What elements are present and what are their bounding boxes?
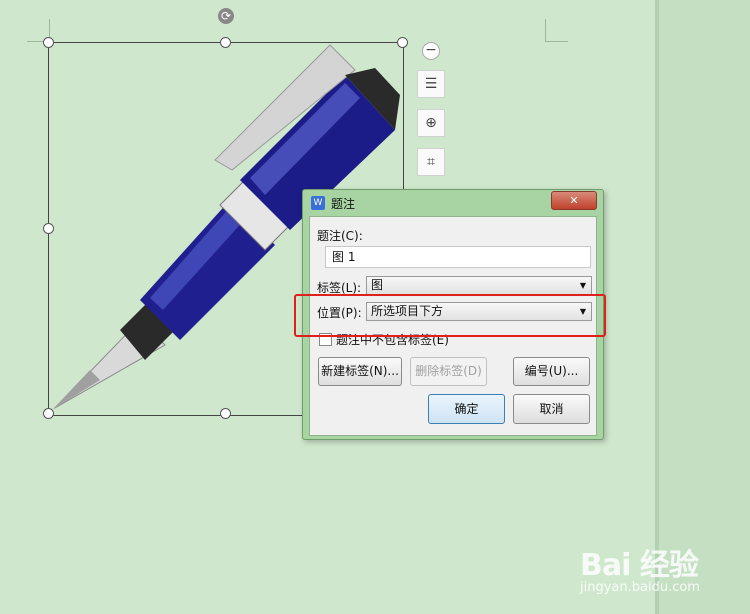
dialog-titlebar[interactable]: W 题注 ✕	[303, 190, 603, 216]
resize-handle-bottom[interactable]	[220, 408, 231, 419]
resize-handle-top-left[interactable]	[43, 37, 54, 48]
ok-button[interactable]: 确定	[428, 394, 505, 424]
new-label-button[interactable]: 新建标签(N)...	[318, 357, 402, 386]
annotation-highlight-box	[294, 294, 606, 337]
dialog-title: 题注	[331, 197, 356, 211]
wps-app-icon: W	[311, 196, 325, 210]
label-select-value: 图	[371, 278, 384, 292]
rotate-icon[interactable]: ⟳	[218, 8, 234, 24]
resize-handle-left[interactable]	[43, 223, 54, 234]
minus-circle-icon[interactable]: −	[422, 42, 440, 60]
zoom-in-icon[interactable]: ⊕	[417, 109, 445, 137]
resize-handle-bottom-left[interactable]	[43, 408, 54, 419]
watermark-logo: Bai 经验	[580, 548, 699, 583]
watermark-site: jingyan.baidu.com	[580, 580, 700, 595]
text-wrap-icon[interactable]: ☰	[417, 70, 445, 98]
caption-input[interactable]: 图 1	[325, 246, 591, 268]
label-select[interactable]: 图 ▼	[366, 276, 592, 295]
baidu-jingyan-watermark: Bai 经验 jingyan.baidu.com	[580, 540, 700, 595]
resize-handle-top[interactable]	[220, 37, 231, 48]
numbering-button[interactable]: 编号(U)...	[513, 357, 590, 386]
crop-icon[interactable]: ⌗	[417, 148, 445, 176]
chevron-down-icon: ▼	[579, 281, 586, 290]
resize-handle-top-right[interactable]	[397, 37, 408, 48]
delete-label-button[interactable]: 删除标签(D)	[410, 357, 487, 386]
close-icon[interactable]: ✕	[551, 191, 597, 210]
caption-label: 题注(C):	[317, 229, 363, 243]
cancel-button[interactable]: 取消	[513, 394, 590, 424]
